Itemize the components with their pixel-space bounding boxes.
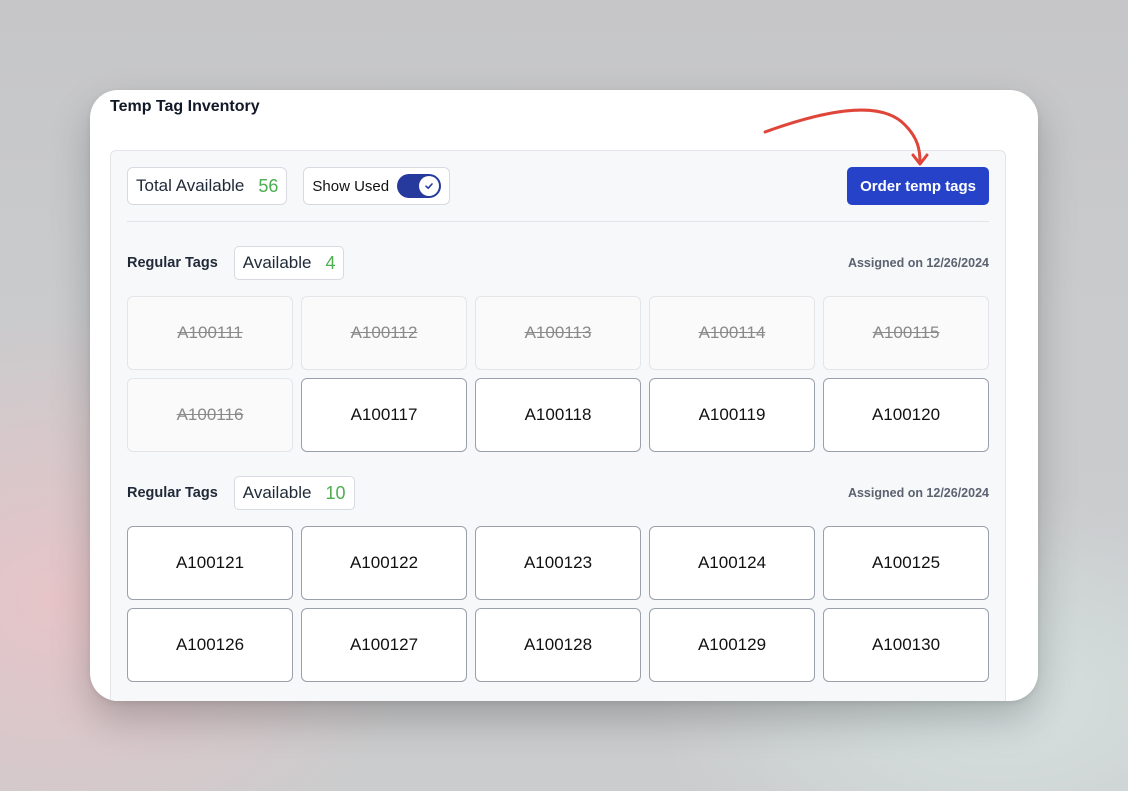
available-tag[interactable]: A100128	[475, 608, 641, 682]
used-tag[interactable]: A100113	[475, 296, 641, 370]
toolbar-divider	[127, 221, 989, 222]
tag-grid: A100111 A100112 A100113 A100114 A100115 A1001…	[127, 296, 989, 452]
available-tag[interactable]: A100122	[301, 526, 467, 600]
total-available-value: 56	[258, 175, 279, 196]
available-tag[interactable]: A100118	[475, 378, 641, 452]
show-used-box: Show Used	[303, 167, 451, 205]
available-tag[interactable]: A100126	[127, 608, 293, 682]
available-tag[interactable]: A100130	[823, 608, 989, 682]
tag-grid: A100121 A100122 A100123 A100124 A100125 A1001…	[127, 526, 989, 682]
available-tag[interactable]: A100117	[301, 378, 467, 452]
tag-section-1: Regular Tags Available 4 Assigned on 12/…	[127, 246, 989, 452]
used-tag[interactable]: A100114	[649, 296, 815, 370]
available-tag[interactable]: A100127	[301, 608, 467, 682]
available-label: Available	[242, 253, 312, 272]
section-header: Regular Tags Available 10 Assigned on 12…	[127, 476, 989, 510]
available-count-box: Available 10	[233, 476, 355, 510]
available-tag[interactable]: A100119	[649, 378, 815, 452]
section-title: Regular Tags	[127, 255, 218, 271]
available-tag[interactable]: A100125	[823, 526, 989, 600]
used-tag[interactable]: A100115	[823, 296, 989, 370]
available-count-box: Available 4	[233, 246, 345, 280]
order-temp-tags-button[interactable]: Order temp tags	[847, 167, 989, 205]
section-title: Regular Tags	[127, 485, 218, 501]
section-header: Regular Tags Available 4 Assigned on 12/…	[127, 246, 989, 280]
used-tag[interactable]: A100111	[127, 296, 293, 370]
temp-tag-inventory-window: Temp Tag Inventory Total Available 56 Sh…	[90, 90, 1038, 701]
toolbar: Total Available 56 Show Used Order temp …	[127, 167, 989, 205]
available-tag[interactable]: A100120	[823, 378, 989, 452]
used-tag[interactable]: A100116	[127, 378, 293, 452]
used-tag[interactable]: A100112	[301, 296, 467, 370]
toggle-knob	[419, 176, 440, 196]
total-available-box: Total Available 56	[127, 167, 288, 205]
tag-section-2: Regular Tags Available 10 Assigned on 12…	[127, 476, 989, 682]
available-tag[interactable]: A100124	[649, 526, 815, 600]
assigned-date: Assigned on 12/26/2024	[847, 486, 989, 500]
available-tag[interactable]: A100121	[127, 526, 293, 600]
inventory-panel: Total Available 56 Show Used Order temp …	[110, 150, 1006, 701]
check-icon	[425, 183, 433, 189]
available-tag[interactable]: A100123	[475, 526, 641, 600]
available-value: 10	[325, 482, 346, 503]
show-used-toggle[interactable]	[397, 174, 442, 198]
available-value: 4	[325, 252, 336, 273]
available-tag[interactable]: A100129	[649, 608, 815, 682]
show-used-label: Show Used	[312, 177, 390, 195]
total-available-label: Total Available	[136, 176, 245, 195]
available-label: Available	[242, 483, 312, 502]
assigned-date: Assigned on 12/26/2024	[847, 256, 989, 270]
window-title: Temp Tag Inventory	[110, 98, 260, 115]
